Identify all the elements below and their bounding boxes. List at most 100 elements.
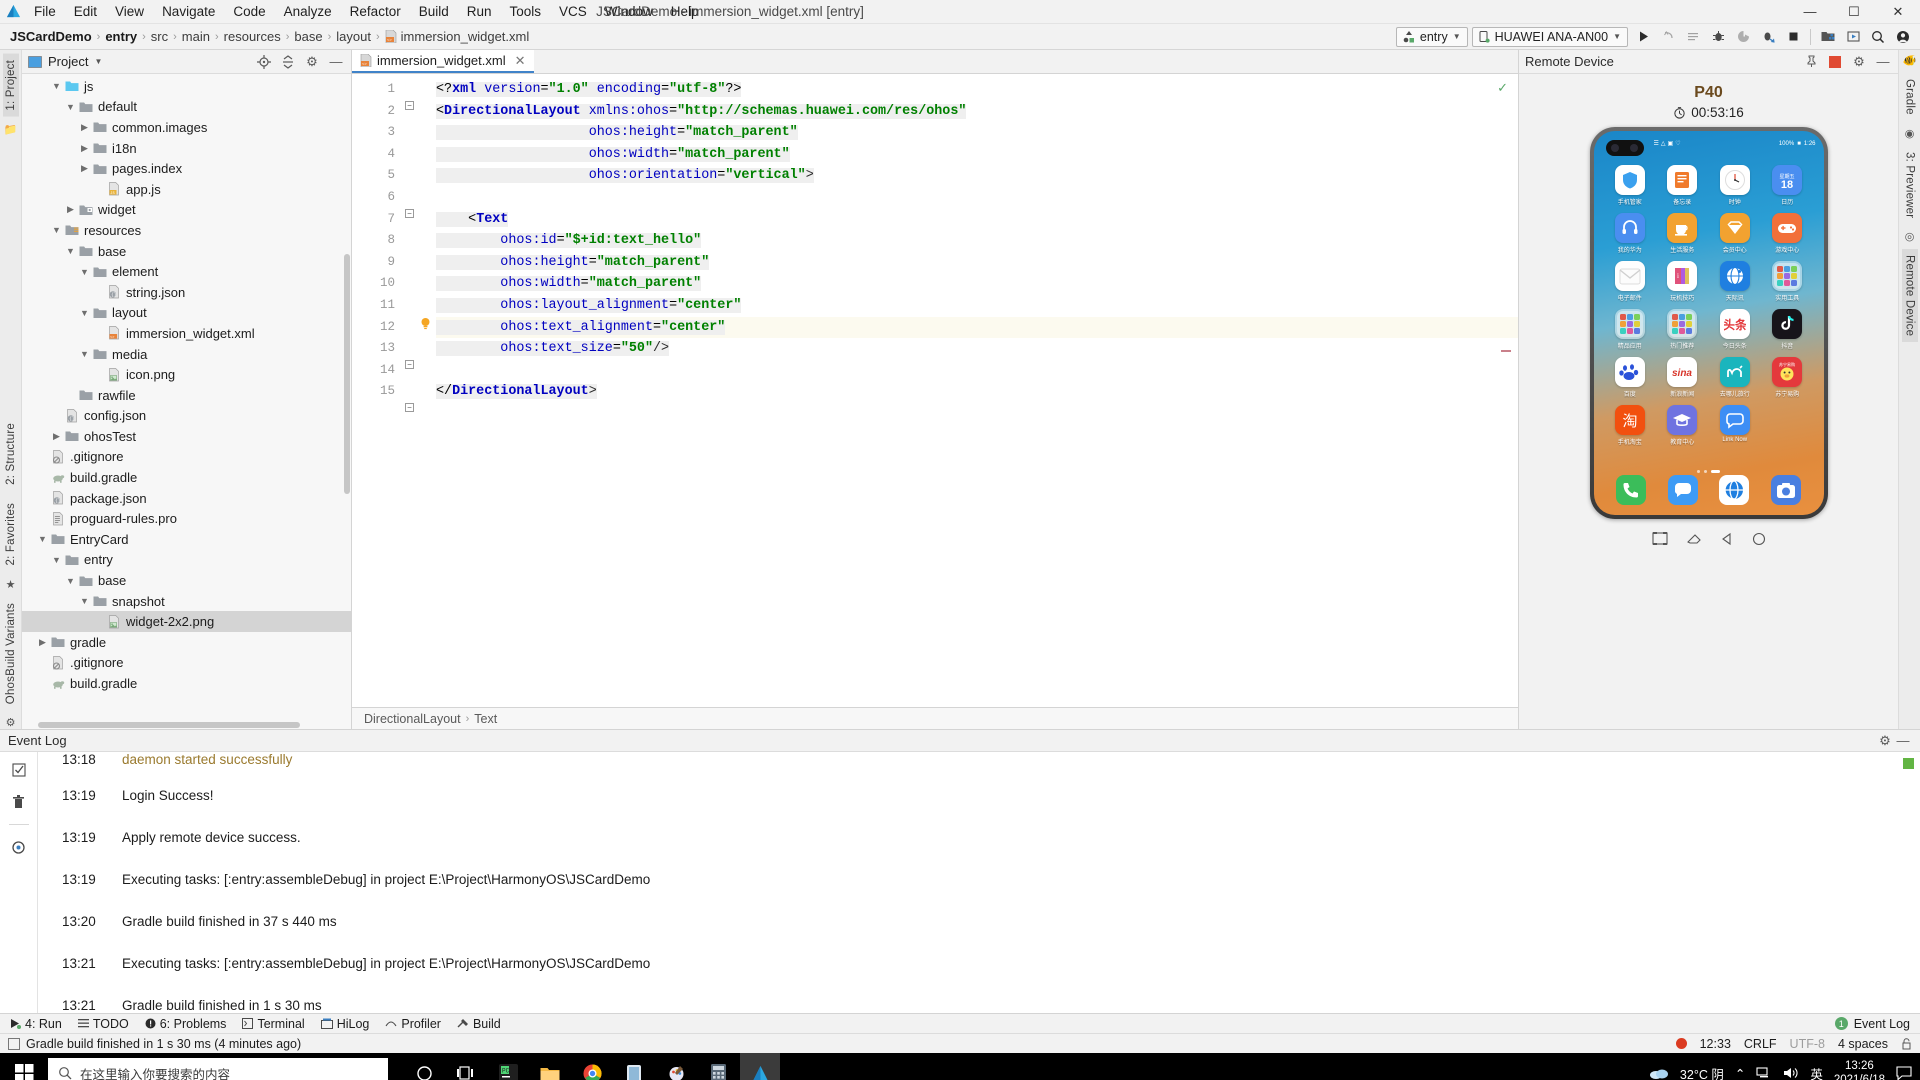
chevron-down-icon[interactable]: ▼ [50,81,63,91]
app-cell[interactable]: 电子邮件 [1604,261,1657,302]
chevron-right-icon[interactable]: ▶ [78,143,91,154]
tree-node[interactable]: widget-2x2.png [22,611,351,633]
device-selector[interactable]: HUAWEI ANA-AN00 ▼ [1471,26,1628,47]
chevron-right-icon[interactable]: ▶ [50,431,63,442]
tool-button-hilog[interactable]: HiLog [320,1017,369,1031]
baidu-icon[interactable] [1614,357,1645,387]
task-view-icon[interactable] [446,1053,486,1080]
tree-node[interactable]: ▶ common.images [22,117,351,138]
event-log-row[interactable]: 13:19 Apply remote device success. [38,816,1920,858]
event-log-row[interactable]: 13:20 Gradle build finished in 37 s 440 m… [38,900,1920,942]
recording-indicator-icon[interactable] [1675,1038,1687,1049]
menu-code[interactable]: Code [225,2,273,21]
menu-view[interactable]: View [107,2,152,21]
chevron-down-icon[interactable]: ▼ [78,349,91,359]
tree-node[interactable]: rawfile [22,385,351,406]
tool-button-run[interactable]: 4: Run [10,1017,62,1031]
app-cell[interactable]: 实用工具 [1761,261,1814,302]
tree-node[interactable]: proguard-rules.pro [22,508,351,529]
breadcrumb-resources[interactable]: resources [220,29,285,44]
page-dot[interactable] [1697,470,1700,473]
folder-apps-icon[interactable] [1772,261,1803,291]
tree-node[interactable]: ▼ resources [22,220,351,241]
code-line[interactable]: ohos:height="match_parent" [436,252,1518,274]
app-cell[interactable]: 天际讯 [1709,261,1762,302]
notification-icon[interactable] [1896,1065,1912,1080]
chevron-down-icon[interactable]: ▼ [94,57,102,66]
stop-icon[interactable] [1782,27,1804,47]
chrome-icon[interactable] [572,1053,612,1080]
mark-read-icon[interactable] [9,760,29,780]
lock-icon[interactable] [1901,1037,1912,1050]
run-icon[interactable] [1632,27,1654,47]
event-log-row[interactable]: 13:18 daemon started successfully [38,752,1920,774]
tree-node[interactable]: ▼ EntryCard [22,529,351,550]
sina-icon[interactable]: sina [1667,357,1698,387]
pin-icon[interactable] [1802,53,1820,71]
tree-node[interactable]: {} config.json [22,406,351,427]
phone-icon[interactable] [1616,475,1647,505]
tips-icon[interactable]: i [1667,261,1698,291]
collapse-all-icon[interactable] [279,53,297,71]
breadcrumb-main[interactable]: main [178,29,214,44]
menu-file[interactable]: File [26,2,64,21]
mail-icon[interactable] [1614,261,1645,291]
hide-icon[interactable]: — [1874,53,1892,71]
tree-node[interactable]: ▶ widget [22,200,351,221]
attach-debugger-icon[interactable] [1657,27,1679,47]
sidebar-item-favorites[interactable]: 2: Favorites [3,497,19,571]
tool-window-strip[interactable]: 4: Run TODO 6: Problems Terminal HiLog P… [0,1013,1920,1033]
back-icon[interactable] [1720,532,1734,546]
settings-icon[interactable]: ⚙ [303,53,321,71]
event-log-row[interactable]: 13:21 Gradle build finished in 1 s 30 ms [38,984,1920,1013]
tool-button-terminal[interactable]: Terminal [242,1017,305,1031]
app-cell[interactable]: 星期五 18 日历 [1761,165,1814,206]
app-cell[interactable]: 我的华为 [1604,213,1657,254]
tree-node[interactable]: ▼ element [22,261,351,282]
home-icon[interactable] [1752,532,1766,546]
gem-icon[interactable] [1719,213,1750,243]
tree-node[interactable]: .gitignore [22,447,351,468]
indent-indicator[interactable]: 4 spaces [1838,1037,1888,1051]
chevron-down-icon[interactable]: ▼ [64,102,77,112]
tool-button-build[interactable]: Build [457,1017,501,1031]
sidebar-item-gradle[interactable]: Gradle [1902,73,1918,121]
tree-node[interactable]: <> immersion_widget.xml [22,323,351,344]
app-cell[interactable]: 头条 今日头条 [1709,309,1762,350]
tree-node[interactable]: icon.png [22,364,351,385]
globe-icon[interactable] [1719,261,1750,291]
cortana-icon[interactable] [404,1053,444,1080]
tree-node[interactable]: ▶ i18n [22,138,351,159]
locate-icon[interactable] [255,53,273,71]
tool-button-todo[interactable]: TODO [77,1017,129,1031]
devecostudio-icon[interactable] [740,1053,780,1080]
close-icon[interactable]: ✕ [511,53,526,69]
app-cell[interactable]: 抖音 [1761,309,1814,350]
page-dot[interactable] [1704,470,1707,473]
app-cell[interactable]: 苏宁易购 苏宁易购 [1761,357,1814,398]
event-log-row[interactable]: 13:21 Executing tasks: [:entry:assembleDe… [38,942,1920,984]
event-log-row[interactable]: 13:19 Login Success! [38,774,1920,816]
previewer-icon[interactable] [1842,27,1864,47]
tree-node[interactable]: {} package.json [22,488,351,509]
encoding-indicator[interactable]: UTF-8 [1790,1037,1825,1051]
line-separator-indicator[interactable]: CRLF [1744,1037,1777,1051]
breadcrumb-jscarddemo[interactable]: JSCardDemo [6,29,96,44]
right-tool-window-bar[interactable]: 🐠 Gradle ◉ 3: Previewer ◎ Remote Device [1898,50,1920,729]
code-line[interactable]: ohos:layout_alignment="center" [436,295,1518,317]
ime-indicator[interactable]: 英 [1810,1064,1823,1080]
code-folding-column[interactable]: − − − − [402,74,416,707]
editor-breadcrumb-text[interactable]: Text [474,712,497,726]
project-tree[interactable]: ▼ js ▼ default ▶ common.images ▶ i18n ▶ pages.ind… [22,74,351,729]
code-line[interactable]: ohos:orientation="vertical"> [436,165,1518,187]
sidebar-item-previewer[interactable]: 3: Previewer [1902,146,1918,224]
app-cell[interactable]: 会员中心 [1709,213,1762,254]
status-bar-right[interactable]: 12:33 CRLF UTF-8 4 spaces [1675,1037,1912,1051]
tree-node[interactable]: JS app.js [22,179,351,200]
system-tray[interactable]: 32°C 阴 ⌃ 英 13:26 2021/6/18 [1649,1059,1920,1080]
page-indicator[interactable] [1594,470,1824,473]
editor-tab-immersion-widget[interactable]: <> immersion_widget.xml ✕ [352,50,534,73]
code-content[interactable]: ✓ <?xml version="1.0" encoding="utf-8"?>… [436,74,1518,707]
taskbar-apps[interactable]: PC [404,1053,780,1080]
run-with-coverage-icon[interactable] [1732,27,1754,47]
